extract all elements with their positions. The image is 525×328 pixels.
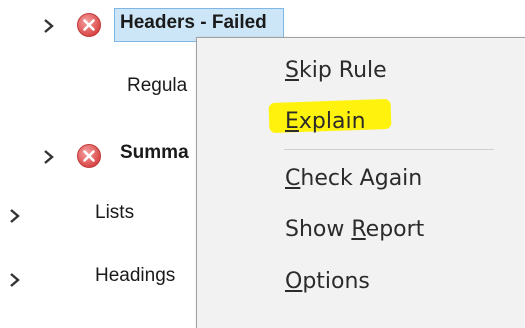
chevron-right-icon[interactable] (42, 16, 56, 36)
tree-item-summa-label[interactable]: Summa (120, 140, 189, 166)
error-x-icon (76, 12, 102, 38)
accessibility-checker-panel: Headers - Failed Regula Summa Lists Head… (0, 0, 525, 328)
chevron-right-icon[interactable] (8, 270, 22, 290)
menu-separator (284, 149, 494, 150)
context-menu: Skip Rule Explain Check Again Show Repor… (196, 37, 525, 328)
chevron-right-icon[interactable] (42, 147, 56, 167)
error-x-icon (76, 143, 102, 169)
menu-item-show-report[interactable]: Show Report (197, 209, 525, 251)
menu-item-explain[interactable]: Explain (197, 101, 525, 143)
chevron-right-icon[interactable] (8, 206, 22, 226)
menu-item-skip-rule[interactable]: Skip Rule (197, 50, 525, 92)
menu-item-options[interactable]: Options (197, 261, 525, 303)
menu-item-check-again[interactable]: Check Again (197, 158, 525, 200)
tree-item-lists-label[interactable]: Lists (95, 200, 134, 226)
tree-item-regula-label[interactable]: Regula (127, 73, 187, 99)
tree-item-headers-label[interactable]: Headers - Failed (120, 10, 267, 36)
tree-item-headings-label[interactable]: Headings (95, 263, 175, 289)
